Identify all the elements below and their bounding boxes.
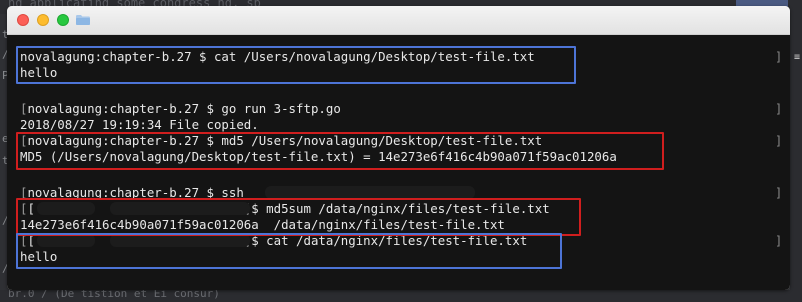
highlight-box-red xyxy=(16,132,664,170)
line-end-mark: ] xyxy=(775,50,783,64)
terminal-output[interactable]: novalagung:chapter-b.27 $ cat /Users/nov… xyxy=(7,35,790,290)
editor-background-bottom: br.0 / (De tistion et Ei consur) xyxy=(0,290,802,302)
terminal-window[interactable]: novalagung:chapter-b.27 $ cat /Users/nov… xyxy=(7,6,790,290)
terminal-line: [novalagung:chapter-b.27 $ go run 3-sftp… xyxy=(20,101,341,116)
minimize-button[interactable] xyxy=(37,14,49,26)
highlight-box-red xyxy=(16,198,581,236)
line-end-mark: ] xyxy=(775,134,783,148)
maximize-button[interactable] xyxy=(57,14,69,26)
line-end-mark: ] xyxy=(775,234,783,248)
line-end-mark: ] xyxy=(775,102,783,116)
terminal-line: 2018/08/27 19:19:34 File copied. xyxy=(20,117,259,132)
highlight-box-blue xyxy=(16,233,562,269)
window-titlebar[interactable] xyxy=(7,6,790,35)
editor-background-bottom-text: br.0 / (De tistion et Ei consur) xyxy=(8,290,220,300)
close-button[interactable] xyxy=(17,14,29,26)
list-icon: ≡ xyxy=(794,52,801,63)
line-end-mark: ] xyxy=(775,186,783,200)
folder-icon xyxy=(76,15,90,25)
highlight-box-blue xyxy=(16,46,576,84)
